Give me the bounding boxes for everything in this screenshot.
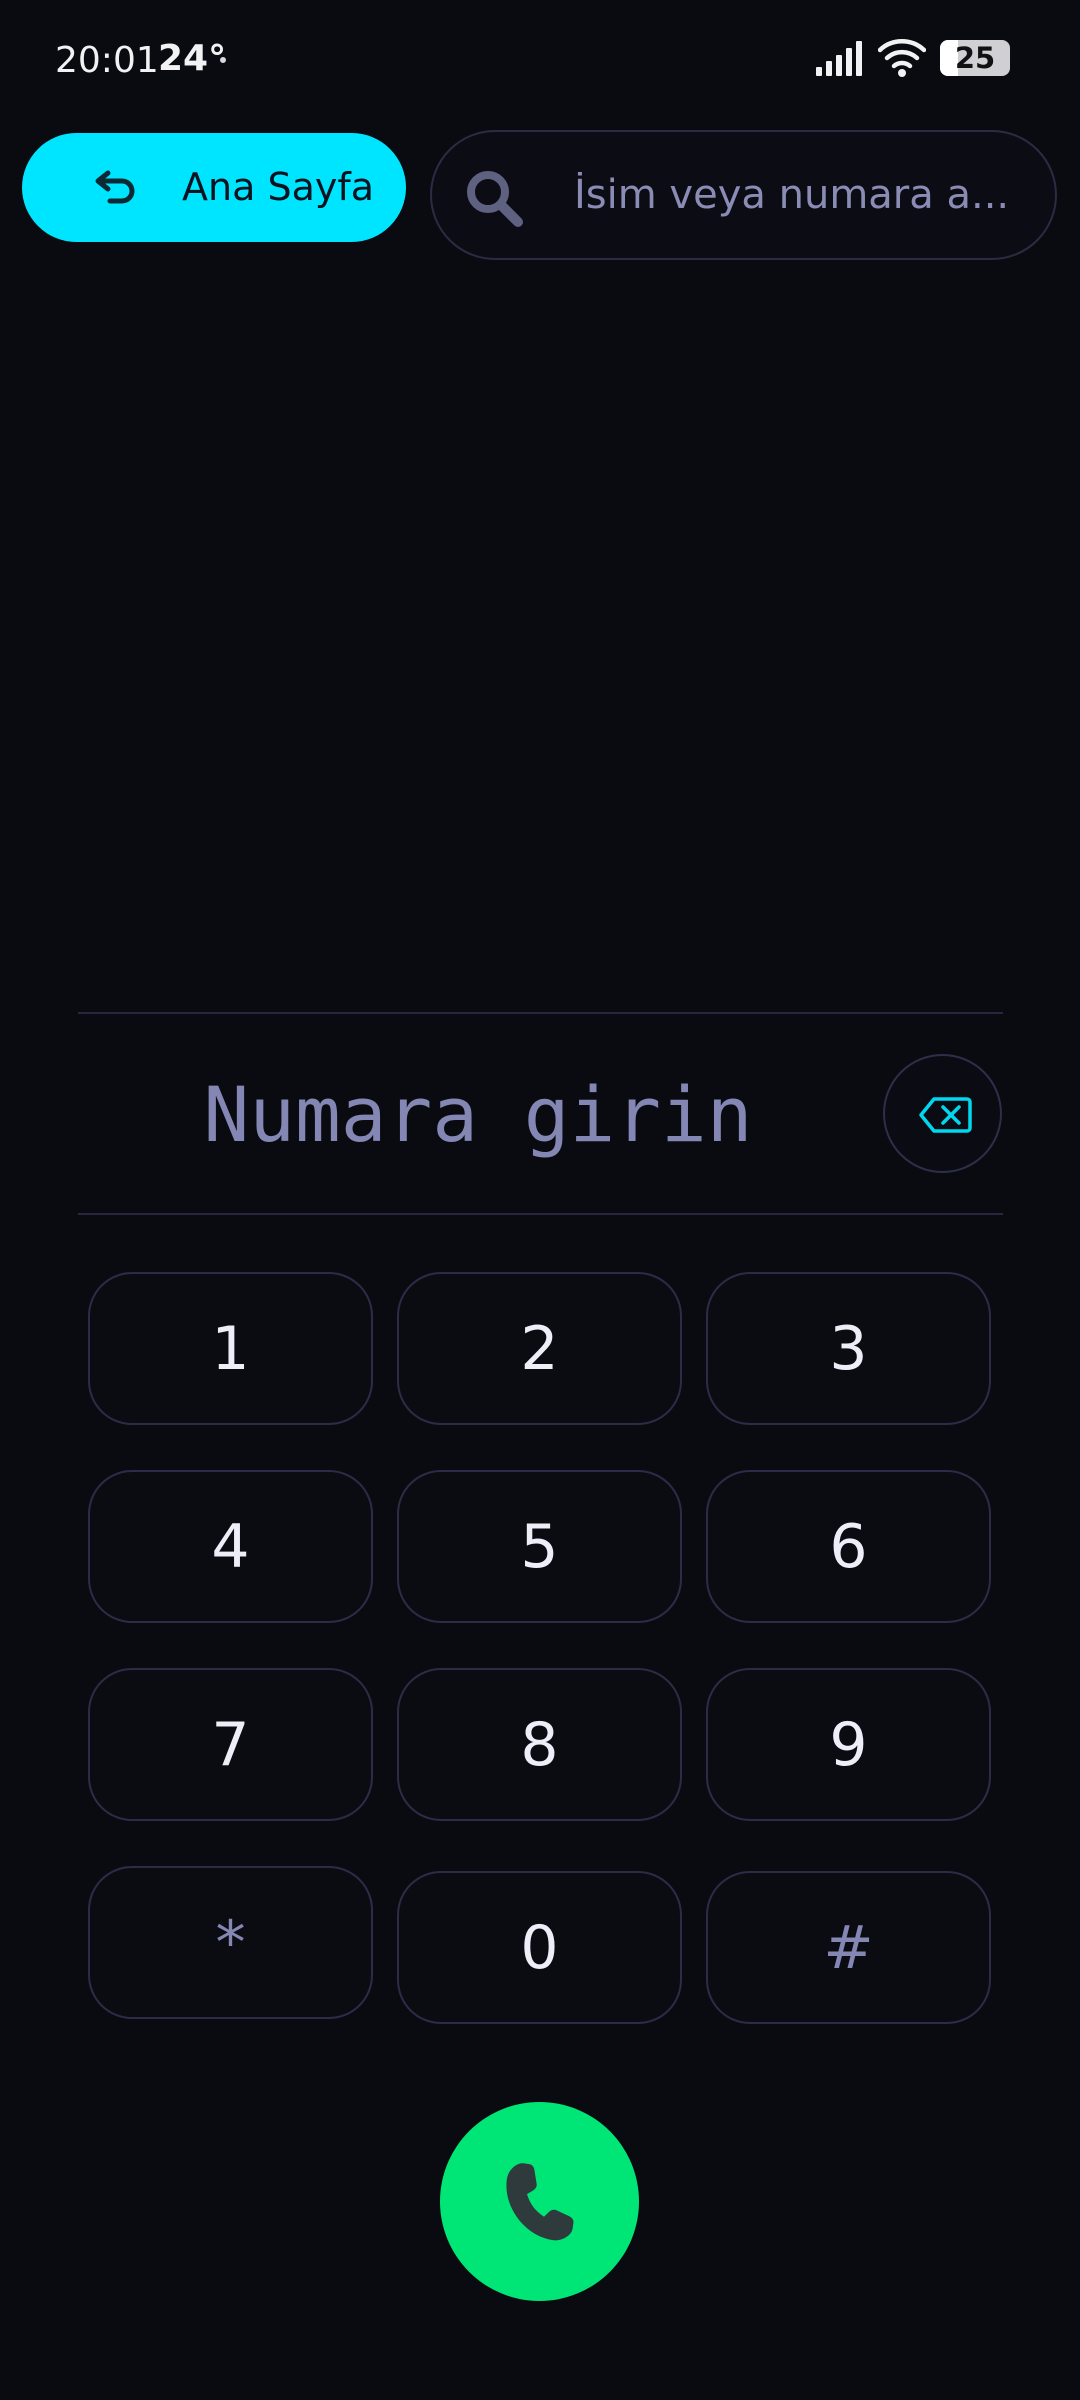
display-bottom-divider: [78, 1213, 1003, 1215]
signal-icon: [816, 41, 862, 76]
key-6[interactable]: 6: [706, 1470, 991, 1623]
call-button[interactable]: [440, 2102, 639, 2301]
return-arrow-icon: [95, 170, 135, 204]
home-button-label: Ana Sayfa: [182, 165, 375, 209]
backspace-button[interactable]: [883, 1054, 1002, 1173]
key-8[interactable]: 8: [397, 1668, 682, 1821]
battery-icon: 25: [940, 40, 1010, 76]
search-input[interactable]: [574, 162, 1034, 228]
search-icon: [467, 171, 523, 227]
number-display: Numara girin: [203, 1070, 753, 1159]
display-top-divider: [78, 1012, 1003, 1014]
key-2[interactable]: 2: [397, 1272, 682, 1425]
key-hash[interactable]: #: [706, 1871, 991, 2024]
key-7[interactable]: 7: [88, 1668, 373, 1821]
backspace-icon: [919, 1097, 972, 1133]
home-button[interactable]: Ana Sayfa: [22, 133, 406, 242]
key-3[interactable]: 3: [706, 1272, 991, 1425]
key-4[interactable]: 4: [88, 1470, 373, 1623]
notification-dot: [220, 57, 226, 63]
status-temperature: 24°: [158, 38, 227, 79]
phone-icon: [505, 2162, 573, 2240]
key-9[interactable]: 9: [706, 1668, 991, 1821]
key-0[interactable]: 0: [397, 1871, 682, 2024]
wifi-icon: [878, 39, 926, 77]
key-star[interactable]: *: [88, 1866, 373, 2019]
key-5[interactable]: 5: [397, 1470, 682, 1623]
status-time: 20:01: [55, 40, 159, 81]
search-bar[interactable]: [430, 130, 1057, 260]
key-1[interactable]: 1: [88, 1272, 373, 1425]
battery-level: 25: [954, 41, 996, 75]
status-bar: 20:01 24° 25: [0, 0, 1080, 120]
